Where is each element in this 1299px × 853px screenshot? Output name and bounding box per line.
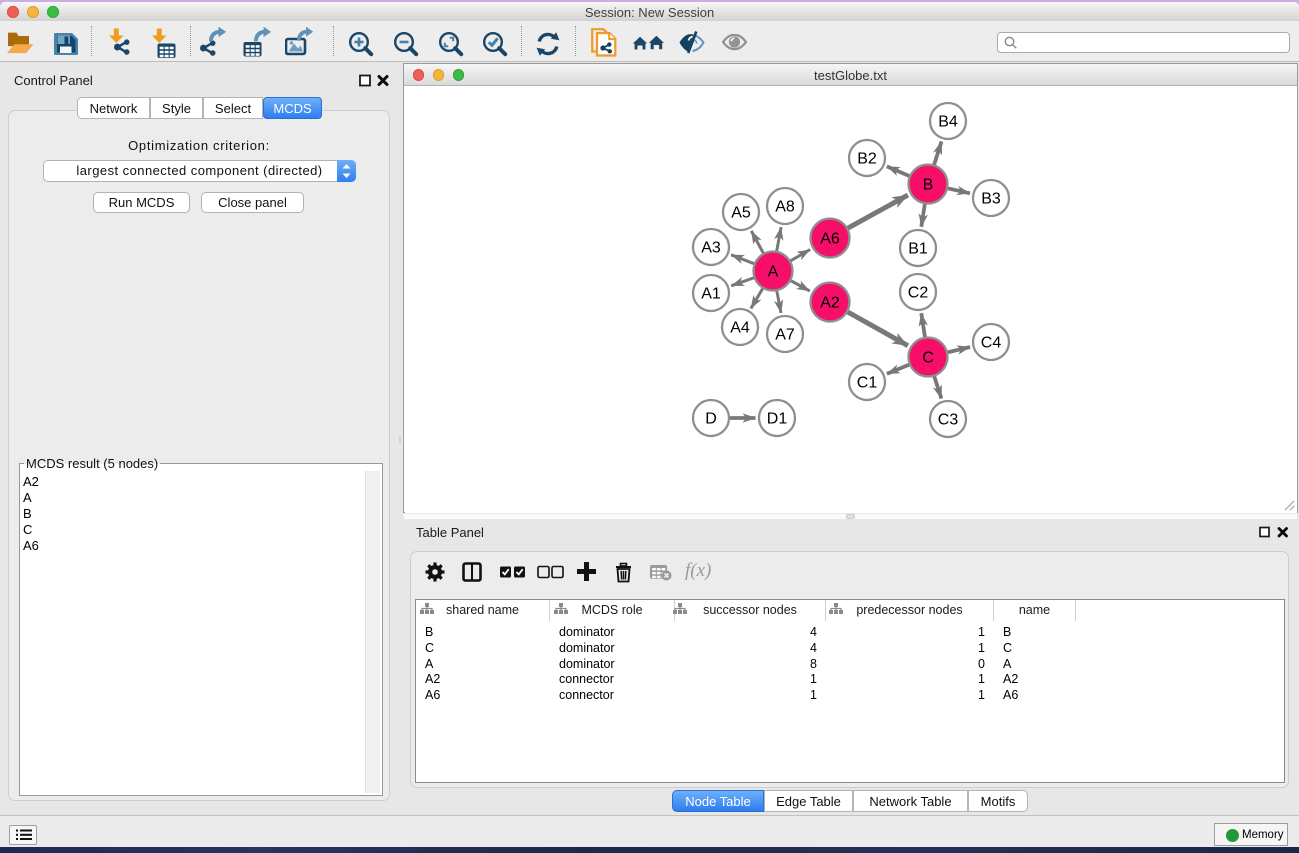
svg-text:C3: C3 <box>938 412 959 429</box>
svg-text:A3: A3 <box>701 240 721 257</box>
svg-text:C: C <box>922 350 934 367</box>
svg-text:A: A <box>768 264 779 281</box>
svg-text:A2: A2 <box>820 295 840 312</box>
svg-text:D: D <box>705 411 717 428</box>
svg-text:C1: C1 <box>857 375 878 392</box>
svg-text:C4: C4 <box>981 335 1002 352</box>
svg-text:B3: B3 <box>981 191 1001 208</box>
svg-text:A8: A8 <box>775 199 795 216</box>
svg-text:C2: C2 <box>908 285 929 302</box>
svg-text:B1: B1 <box>908 241 928 258</box>
svg-text:D1: D1 <box>767 411 788 428</box>
svg-text:B2: B2 <box>857 151 877 168</box>
svg-text:B: B <box>923 177 934 194</box>
svg-text:A7: A7 <box>775 327 795 344</box>
svg-text:A1: A1 <box>701 286 721 303</box>
svg-text:A6: A6 <box>820 231 840 248</box>
svg-text:A5: A5 <box>731 205 751 222</box>
svg-text:B4: B4 <box>938 114 958 131</box>
svg-text:A4: A4 <box>730 320 750 337</box>
